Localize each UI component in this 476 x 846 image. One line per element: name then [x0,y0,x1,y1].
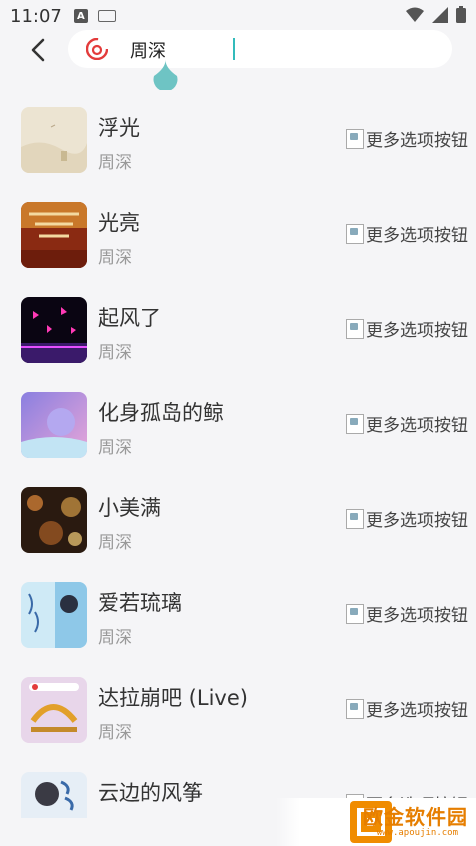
song-list: 浮光 周深 更多选项按钮 光亮 周深 更多选项按钮 起风了 周深 更多选项按钮 … [0,92,476,846]
status-time: 11:07 [10,5,62,27]
song-title: 云边的风筝 [98,781,203,805]
back-button[interactable] [22,34,54,66]
song-title: 起风了 [98,306,161,330]
more-options-label: 更多选项按钮 [366,321,468,341]
chevron-left-icon [31,38,45,62]
album-cover [21,392,87,458]
song-artist: 周深 [98,248,132,268]
broken-image-icon [346,508,364,529]
broken-image-icon [346,128,364,149]
song-artist: 周深 [98,628,132,648]
album-cover [21,487,87,553]
more-options-label: 更多选项按钮 [366,226,468,246]
keyboard-icon [97,10,116,22]
song-title: 爱若琉璃 [98,591,182,615]
song-row[interactable]: 达拉崩吧 (Live) 周深 更多选项按钮 [0,662,476,757]
caret-handle[interactable] [152,60,179,90]
broken-image-icon [346,318,364,339]
song-title: 光亮 [98,211,140,235]
more-options-button[interactable]: 更多选项按钮 [346,316,468,341]
album-cover [21,772,87,818]
more-options-label: 更多选项按钮 [366,416,468,436]
broken-image-icon [346,698,364,719]
netease-music-icon [86,38,108,60]
song-row[interactable]: 起风了 周深 更多选项按钮 [0,282,476,377]
more-options-button[interactable]: 更多选项按钮 [346,221,468,246]
song-row[interactable]: 光亮 周深 更多选项按钮 [0,187,476,282]
more-options-button[interactable]: 更多选项按钮 [346,696,468,721]
search-bar: 周深 [0,30,476,70]
battery-icon [456,6,466,23]
song-artist: 周深 [98,723,132,743]
broken-image-icon [346,223,364,244]
broken-image-icon [346,603,364,624]
album-cover [21,582,87,648]
song-artist: 周深 [98,438,132,458]
more-options-label: 更多选项按钮 [366,131,468,151]
album-cover [21,297,87,363]
more-options-label: 更多选项按钮 [366,701,468,721]
song-artist: 周深 [98,343,132,363]
more-options-button[interactable]: 更多选项按钮 [346,126,468,151]
notification-a-icon: A [73,9,88,23]
album-cover [21,677,87,743]
song-title: 小美满 [98,496,161,520]
album-cover [21,107,87,173]
song-title: 化身孤岛的鲸 [98,401,224,425]
wifi-icon [406,7,424,22]
more-options-button[interactable]: 更多选项按钮 [346,601,468,626]
more-options-button[interactable]: 更多选项按钮 [346,506,468,531]
status-bar: 11:07 A [0,0,476,32]
broken-image-icon [346,413,364,434]
more-options-label: 更多选项按钮 [366,606,468,626]
song-row[interactable]: 浮光 周深 更多选项按钮 [0,92,476,187]
song-artist: 周深 [98,533,132,553]
song-title: 浮光 [98,116,140,140]
song-row[interactable]: 化身孤岛的鲸 周深 更多选项按钮 [0,377,476,472]
more-options-label: 更多选项按钮 [366,511,468,531]
text-caret [233,38,235,60]
album-cover [21,202,87,268]
more-options-button[interactable]: 更多选项按钮 [346,411,468,436]
site-watermark: 欧金软件园 www.apoujin.com [276,798,476,846]
watermark-text: 欧金软件园 [363,805,468,829]
signal-icon [432,6,448,23]
song-artist: 周深 [98,153,132,173]
watermark-url: www.apoujin.com [376,828,458,838]
song-title: 达拉崩吧 (Live) [98,686,248,710]
song-row[interactable]: 爱若琉璃 周深 更多选项按钮 [0,567,476,662]
song-row[interactable]: 小美满 周深 更多选项按钮 [0,472,476,567]
search-input[interactable]: 周深 [68,30,452,68]
